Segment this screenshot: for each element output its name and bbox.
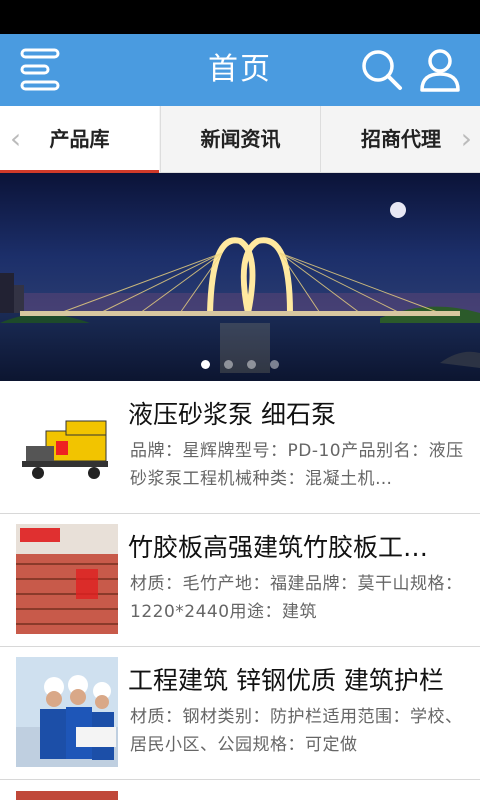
product-thumbnail bbox=[16, 657, 118, 767]
list-item[interactable]: 液压砂浆泵 细石泵 品牌：星辉牌型号：PD-10产品别名：液压砂浆泵工程机械种类… bbox=[0, 381, 480, 514]
product-description: 材质：钢材类别：防护栏适用范围：学校、居民小区、公园规格：可定做 bbox=[130, 707, 463, 755]
search-button[interactable] bbox=[356, 44, 408, 96]
product-thumbnail bbox=[16, 524, 118, 634]
list-item[interactable] bbox=[0, 781, 480, 800]
carousel-dot[interactable] bbox=[247, 360, 256, 369]
search-icon bbox=[362, 50, 402, 90]
category-tabs: 产品库 新闻资讯 招商代理 ‹ › bbox=[0, 106, 480, 173]
product-title: 竹胶板高强建筑竹胶板工… bbox=[128, 533, 429, 562]
tab-news[interactable]: 新闻资讯 bbox=[160, 106, 320, 172]
app-header: 首页 bbox=[0, 34, 480, 106]
tab-label: 招商代理 bbox=[361, 127, 441, 151]
chevron-right-icon[interactable]: › bbox=[461, 106, 472, 172]
carousel-dots bbox=[0, 354, 480, 373]
product-title: 工程建筑 锌钢优质 建筑护栏 bbox=[128, 666, 444, 695]
list-item[interactable]: 竹胶板高强建筑竹胶板工… 材质：毛竹产地：福建品牌：莫干山规格：1220*244… bbox=[0, 514, 480, 647]
product-title: 液压砂浆泵 细石泵 bbox=[128, 400, 336, 429]
product-description: 品牌：星辉牌型号：PD-10产品别名：液压砂浆泵工程机械种类：混凝土机… bbox=[130, 441, 464, 489]
chevron-left-icon[interactable]: ‹ bbox=[10, 106, 21, 172]
product-list: 液压砂浆泵 细石泵 品牌：星辉牌型号：PD-10产品别名：液压砂浆泵工程机械种类… bbox=[0, 381, 480, 780]
banner-image bbox=[0, 173, 480, 381]
carousel-dot[interactable] bbox=[270, 360, 279, 369]
product-thumbnail bbox=[16, 391, 118, 501]
product-thumbnail bbox=[16, 791, 118, 800]
carousel-dot[interactable] bbox=[201, 360, 210, 369]
status-bar bbox=[0, 0, 480, 34]
page-title: 首页 bbox=[208, 52, 272, 87]
user-button[interactable] bbox=[414, 44, 466, 96]
tab-product-library[interactable]: 产品库 bbox=[0, 106, 159, 173]
tab-label: 新闻资讯 bbox=[200, 127, 281, 151]
banner-carousel[interactable] bbox=[0, 173, 480, 381]
user-icon bbox=[420, 49, 460, 92]
product-description: 材质：毛竹产地：福建品牌：莫干山规格：1220*2440用途：建筑 bbox=[130, 574, 463, 622]
tab-label: 产品库 bbox=[49, 127, 110, 151]
carousel-dot[interactable] bbox=[224, 360, 233, 369]
list-item[interactable]: 工程建筑 锌钢优质 建筑护栏 材质：钢材类别：防护栏适用范围：学校、居民小区、公… bbox=[0, 647, 480, 780]
tab-investment-agency[interactable]: 招商代理 bbox=[320, 106, 480, 172]
